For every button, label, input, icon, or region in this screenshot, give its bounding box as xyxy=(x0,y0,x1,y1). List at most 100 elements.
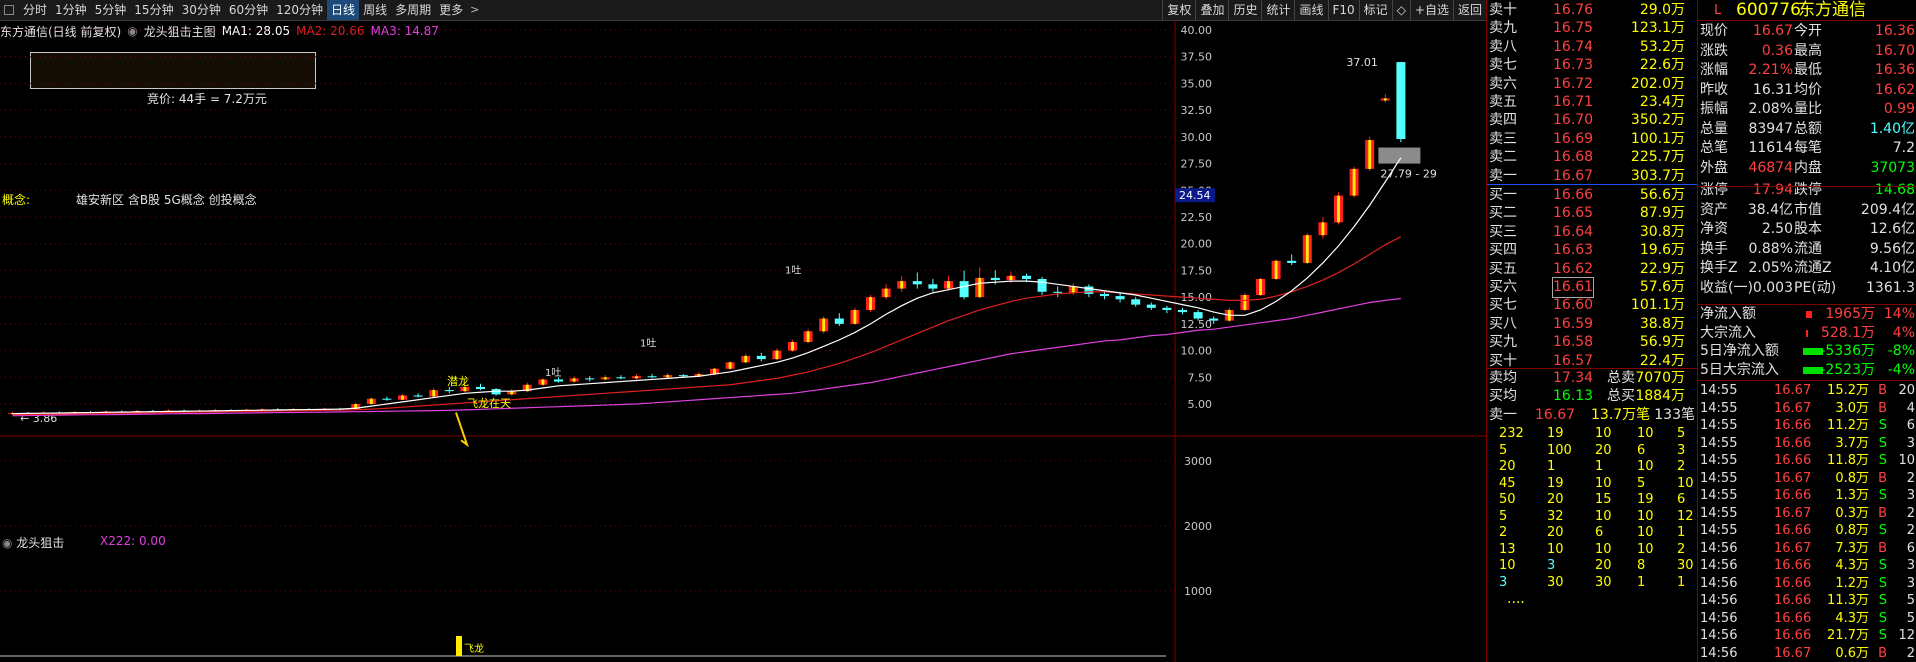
quote-row: 净资 2.50 股本 12.6亿 xyxy=(1698,220,1916,239)
quote-row: 总笔 11614 每笔 7.2 xyxy=(1698,139,1916,158)
x222-label: X222: 0.00 xyxy=(100,534,166,548)
tick-time: 14:56 xyxy=(1700,540,1738,556)
tick-time: 14:55 xyxy=(1700,400,1738,416)
quote-label: 均价 xyxy=(1794,81,1822,98)
sell-level[interactable]: 卖五 16.71 23.4万 xyxy=(1487,93,1697,112)
ob-price: 16.73 xyxy=(1553,57,1594,74)
buy-level[interactable]: 买八 16.59 38.8万 xyxy=(1487,315,1697,334)
tick-volume: 0.6万 xyxy=(1835,645,1869,661)
quote-label: 市值 xyxy=(1794,201,1822,218)
ob-label: 卖八 xyxy=(1489,38,1517,55)
flow-pct: -8% xyxy=(1887,343,1915,360)
buy-level[interactable]: 买三 16.64 30.8万 xyxy=(1487,223,1697,242)
queue-cell: 30 xyxy=(1595,574,1612,590)
quote-row: 收益(一) 0.003 PE(动) 1361.3 xyxy=(1698,279,1916,298)
tick-price: 16.66 xyxy=(1774,435,1812,451)
sell-level[interactable]: 卖六 16.72 202.0万 xyxy=(1487,75,1697,94)
sell-level[interactable]: 卖四 16.70 350.2万 xyxy=(1487,111,1697,130)
sell-level[interactable]: 卖七 16.73 22.6万 xyxy=(1487,56,1697,75)
tick-price: 16.66 xyxy=(1774,575,1812,591)
tick-time: 14:56 xyxy=(1700,558,1738,573)
sell-level[interactable]: 卖八 16.74 53.2万 xyxy=(1487,38,1697,57)
buy-level[interactable]: 买六 16.61 57.6万 xyxy=(1487,277,1697,298)
quote-row: 涨停 17.94 跌停 14.68 xyxy=(1698,181,1916,200)
sell-level[interactable]: 卖二 16.68 225.7万 xyxy=(1487,148,1697,167)
flow-row: 净流入额 1965万 14% xyxy=(1698,305,1916,324)
queue-head: 卖一 16.67 13.7万笔 133笔 xyxy=(1487,406,1697,425)
ob-volume: 225.7万 xyxy=(1630,149,1685,166)
ob-label: 买七 xyxy=(1489,297,1517,314)
buy-level[interactable]: 买九 16.58 56.9万 xyxy=(1487,333,1697,352)
stock-header: 600776 东方通信 L xyxy=(1698,0,1916,21)
quote-value: 16.36 xyxy=(1874,23,1915,39)
sell-level[interactable]: 卖九 16.75 123.1万 xyxy=(1487,19,1697,38)
tick-side: S xyxy=(1878,593,1887,608)
buy-level[interactable]: 买五 16.62 22.9万 xyxy=(1487,260,1697,279)
tick-row: 14:56 16.67 0.6万 B 2 xyxy=(1698,644,1916,662)
ob-volume: 53.2万 xyxy=(1639,38,1685,55)
candle-body xyxy=(444,390,454,392)
flow-bar xyxy=(1806,311,1812,318)
candle-core xyxy=(853,309,857,324)
tick-side: S xyxy=(1878,575,1887,591)
ob-price: 16.75 xyxy=(1553,20,1594,37)
signal-yi: 1吐 xyxy=(785,265,801,277)
quote-value: 14.68 xyxy=(1874,182,1915,198)
avg-label: 买均 xyxy=(1489,388,1517,405)
flow-pct: 4% xyxy=(1892,324,1915,341)
candle-body xyxy=(413,395,423,397)
candle-body xyxy=(647,376,657,378)
queue-more[interactable]: .... xyxy=(1507,590,1717,609)
tick-time: 14:55 xyxy=(1700,470,1738,486)
quote-row: 昨收 16.31 均价 16.62 xyxy=(1698,81,1916,100)
tick-price: 16.66 xyxy=(1774,523,1812,538)
kline-chart[interactable]: 40.0037.5035.0032.5030.0027.5025.0022.50… xyxy=(0,0,1486,662)
sell-level[interactable]: 卖十 16.76 29.0万 xyxy=(1487,1,1697,20)
ob-volume: 56.9万 xyxy=(1639,334,1685,351)
candle-body xyxy=(1053,291,1063,293)
tick-time: 14:56 xyxy=(1700,610,1738,626)
quote-row: 换手 0.88% 流通 9.56亿 xyxy=(1698,240,1916,259)
ob-label: 卖六 xyxy=(1489,75,1517,92)
avg-total-label: 总卖 xyxy=(1607,370,1635,386)
price-tick-label: 10.00 xyxy=(1181,345,1213,358)
sell-level[interactable]: 卖三 16.69 100.1万 xyxy=(1487,130,1697,149)
tick-time: 14:55 xyxy=(1700,435,1738,451)
buy-level[interactable]: 买七 16.60 101.1万 xyxy=(1487,296,1697,315)
ob-label: 卖二 xyxy=(1489,149,1517,166)
tick-time: 14:56 xyxy=(1700,645,1738,661)
buy-level[interactable]: 买四 16.63 19.6万 xyxy=(1487,241,1697,260)
tick-row: 14:55 16.67 15.2万 B 20 xyxy=(1698,381,1916,400)
ob-price: 16.64 xyxy=(1553,223,1594,240)
price-tick-label: 27.50 xyxy=(1181,158,1213,171)
quote-value: 0.99 xyxy=(1883,101,1915,117)
tick-volume: 11.8万 xyxy=(1827,453,1869,468)
price-tick-label: 30.00 xyxy=(1181,131,1213,144)
flow-row: 大宗流入 528.1万 4% xyxy=(1698,324,1916,343)
quote-label: 最低 xyxy=(1794,62,1822,78)
sub-gear-icon[interactable]: ◉ xyxy=(2,536,16,550)
ob-volume: 22.6万 xyxy=(1639,57,1685,74)
sell-level[interactable]: 卖一 16.67 303.7万 xyxy=(1487,167,1697,186)
quote-value: 11614 xyxy=(1748,140,1793,156)
buy-level[interactable]: 买一 16.66 56.6万 xyxy=(1487,186,1697,205)
candle-core xyxy=(713,368,716,375)
queue-cell: 30 xyxy=(1547,574,1564,590)
tick-price: 16.66 xyxy=(1774,418,1812,433)
quote-value: 2.05% xyxy=(1748,260,1793,276)
high-label: 37.01 xyxy=(1346,56,1378,69)
candle-core xyxy=(791,342,794,351)
ob-divider xyxy=(1487,184,1697,185)
candle-core xyxy=(603,377,607,380)
flow-label: 5日大宗流入 xyxy=(1700,361,1779,378)
tick-count: 10 xyxy=(1898,453,1915,468)
tick-volume: 15.2万 xyxy=(1827,383,1869,398)
quote-row: 现价 16.67 今开 16.36 xyxy=(1698,22,1916,41)
ob-label: 卖五 xyxy=(1489,94,1517,110)
buy-level[interactable]: 买二 16.65 87.9万 xyxy=(1487,204,1697,223)
candle-core xyxy=(978,277,982,298)
ob-volume: 56.6万 xyxy=(1639,187,1685,203)
signal-yi: 1吐 xyxy=(545,367,561,379)
quote-label: 涨跌 xyxy=(1700,42,1728,59)
flow-pct: -4% xyxy=(1887,361,1915,378)
